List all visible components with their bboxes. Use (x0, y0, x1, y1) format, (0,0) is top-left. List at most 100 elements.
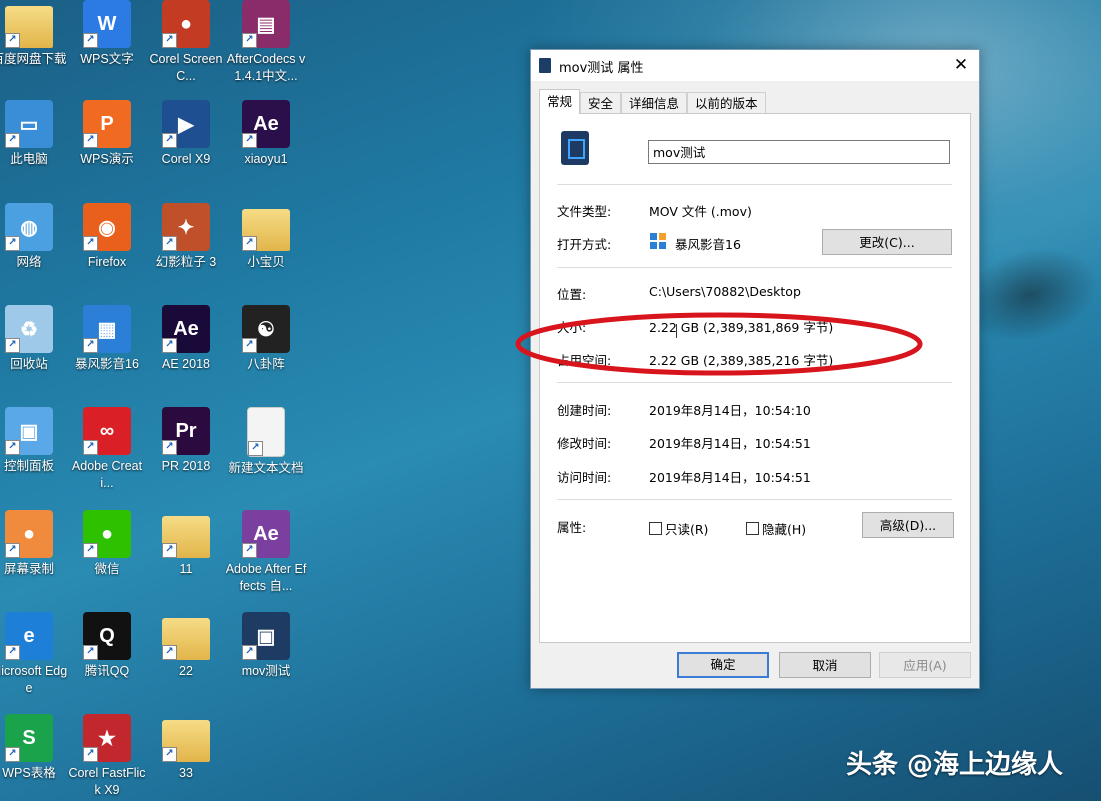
tab-details[interactable]: 详细信息 (621, 92, 688, 114)
tab-general[interactable]: 常规 (539, 89, 581, 114)
shortcut-arrow-icon: ↗ (83, 543, 98, 558)
desktop-shortcut[interactable]: ↗ 小宝贝 (225, 203, 307, 271)
desktop-shortcut[interactable]: ↗ 新建文本文档 (225, 407, 307, 477)
hidden-checkbox-box[interactable] (746, 522, 759, 535)
open-with-value: 暴风影音16 (649, 232, 741, 253)
desktop-shortcut[interactable]: ▣ ↗ 控制面板 (0, 407, 70, 475)
divider (557, 382, 952, 383)
qq-icon: Q ↗ (83, 612, 131, 660)
readonly-label: 只读(R) (665, 522, 709, 537)
advanced-button[interactable]: 高级(D)... (862, 512, 954, 538)
desktop-shortcut-label: 百度网盘下载 (0, 52, 67, 66)
divider (557, 184, 952, 185)
location-label: 位置: (557, 287, 587, 302)
apply-button[interactable]: 应用(A) (879, 652, 971, 678)
desktop-shortcut[interactable]: Q ↗ 腾讯QQ (66, 612, 148, 680)
readonly-checkbox-box[interactable] (649, 522, 662, 535)
desktop-shortcut-label: Microsoft Edge (0, 664, 68, 695)
desktop-shortcut[interactable]: ↗ 11 (145, 510, 227, 578)
corel-fastflick-icon: ★ ↗ (83, 714, 131, 762)
desktop-shortcut[interactable]: ▭ ↗ 此电脑 (0, 100, 70, 168)
storm-player-icon: ▦ ↗ (83, 305, 131, 353)
desktop-shortcut-label: WPS演示 (80, 152, 134, 166)
desktop-shortcut[interactable]: W ↗ WPS文字 (66, 0, 148, 68)
folder-icon: ↗ (162, 516, 210, 558)
divider (557, 267, 952, 268)
shortcut-arrow-icon: ↗ (5, 133, 20, 148)
cancel-button[interactable]: 取消 (779, 652, 871, 678)
shortcut-arrow-icon: ↗ (83, 33, 98, 48)
desktop-shortcut[interactable]: ▶ ↗ Corel X9 (145, 100, 227, 168)
tab-security[interactable]: 安全 (580, 92, 622, 114)
change-button[interactable]: 更改(C)... (822, 229, 952, 255)
desktop-shortcut-label: Adobe After Effects 自... (225, 562, 307, 593)
desktop-shortcut[interactable]: Ae ↗ AE 2018 (145, 305, 227, 373)
desktop-shortcut[interactable]: ↗ 百度网盘下载 (0, 0, 70, 68)
disk-size-value: 2.22 GB (2,389,385,216 字节) (649, 353, 834, 368)
desktop-shortcut-label: Adobe Creati... (71, 459, 143, 490)
desktop-shortcut[interactable]: ↗ 22 (145, 612, 227, 680)
desktop-shortcut[interactable]: ∞ ↗ Adobe Creati... (66, 407, 148, 492)
shortcut-arrow-icon: ↗ (5, 236, 20, 251)
shortcut-arrow-icon: ↗ (83, 440, 98, 455)
title-bar[interactable]: mov测试 属性 ✕ (531, 50, 979, 81)
desktop-shortcut[interactable]: Ae ↗ Adobe After Effects 自... (225, 510, 307, 595)
desktop-shortcut[interactable]: Ae ↗ xiaoyu1 (225, 100, 307, 168)
mov-file-icon: ▣ ↗ (242, 612, 290, 660)
shortcut-arrow-icon: ↗ (5, 338, 20, 353)
modified-value: 2019年8月14日，10:54:51 (649, 436, 811, 451)
desktop-shortcut[interactable]: ▦ ↗ 暴风影音16 (66, 305, 148, 373)
filename-input[interactable]: mov测试 (648, 140, 950, 164)
shortcut-arrow-icon: ↗ (162, 543, 177, 558)
desktop-shortcut-label: 控制面板 (3, 459, 54, 473)
desktop-shortcut[interactable]: P ↗ WPS演示 (66, 100, 148, 168)
folder-icon: ↗ (162, 618, 210, 660)
shortcut-arrow-icon: ↗ (242, 33, 257, 48)
open-with-label: 打开方式: (557, 237, 612, 252)
shortcut-arrow-icon: ↗ (83, 236, 98, 251)
desktop-shortcut[interactable]: S ↗ WPS表格 (0, 714, 70, 782)
shortcut-arrow-icon: ↗ (83, 133, 98, 148)
desktop-shortcut[interactable]: ★ ↗ Corel FastFlick X9 (66, 714, 148, 799)
corel-screencap-icon: ● ↗ (162, 0, 210, 48)
desktop-shortcut[interactable]: ● ↗ 屏幕录制 (0, 510, 70, 578)
desktop-shortcut[interactable]: ● ↗ Corel ScreenC... (145, 0, 227, 85)
desktop-shortcut[interactable]: ◍ ↗ 网络 (0, 203, 70, 271)
folder-icon: ↗ (242, 209, 290, 251)
shortcut-arrow-icon: ↗ (162, 236, 177, 251)
desktop-shortcut-label: WPS文字 (80, 52, 134, 66)
accessed-value: 2019年8月14日，10:54:51 (649, 470, 811, 485)
ok-button[interactable]: 确定 (677, 652, 769, 678)
modified-label: 修改时间: (557, 436, 612, 451)
after-effects-icon: Ae ↗ (162, 305, 210, 353)
desktop-shortcut[interactable]: ▤ ↗ AfterCodecs v1.4.1中文... (225, 0, 307, 85)
desktop-shortcut[interactable]: ✦ ↗ 幻影粒子 3 (145, 203, 227, 271)
desktop-shortcut-label: 小宝贝 (247, 255, 285, 269)
hidden-checkbox[interactable]: 隐藏(H) (746, 519, 806, 538)
bagua-icon: ☯ ↗ (242, 305, 290, 353)
desktop-shortcut[interactable]: e↗ Microsoft Edge (0, 612, 70, 697)
desktop-shortcut[interactable]: ▣ ↗ mov测试 (225, 612, 307, 680)
hidden-label: 隐藏(H) (762, 522, 807, 537)
tab-previous-versions[interactable]: 以前的版本 (687, 92, 766, 114)
aep-file-icon: Ae ↗ (242, 100, 290, 148)
desktop-shortcut[interactable]: ↗ 33 (145, 714, 227, 782)
desktop-shortcut[interactable]: ☯ ↗ 八卦阵 (225, 305, 307, 373)
readonly-checkbox[interactable]: 只读(R) (649, 519, 708, 538)
file-type-label: 文件类型: (557, 204, 612, 219)
desktop-shortcut[interactable]: ♻ ↗ 回收站 (0, 305, 70, 373)
wechat-icon: ● ↗ (83, 510, 131, 558)
desktop-shortcut[interactable]: Pr ↗ PR 2018 (145, 407, 227, 475)
control-panel-icon: ▣ ↗ (5, 407, 53, 455)
desktop-shortcut-label: Corel ScreenC... (149, 52, 223, 83)
desktop-shortcut[interactable]: ◉ ↗ Firefox (66, 203, 148, 271)
desktop-shortcut-label: 此电脑 (10, 152, 48, 166)
screen-recorder-icon: ● ↗ (5, 510, 53, 558)
folder-icon: ↗ (5, 6, 53, 48)
desktop-shortcut[interactable]: ● ↗ 微信 (66, 510, 148, 578)
desktop-shortcut-label: 腾讯QQ (84, 664, 130, 678)
close-button[interactable]: ✕ (943, 50, 979, 81)
file-type-value: MOV 文件 (.mov) (649, 204, 752, 219)
shortcut-arrow-icon: ↗ (83, 645, 98, 660)
shortcut-arrow-icon: ↗ (83, 747, 98, 762)
